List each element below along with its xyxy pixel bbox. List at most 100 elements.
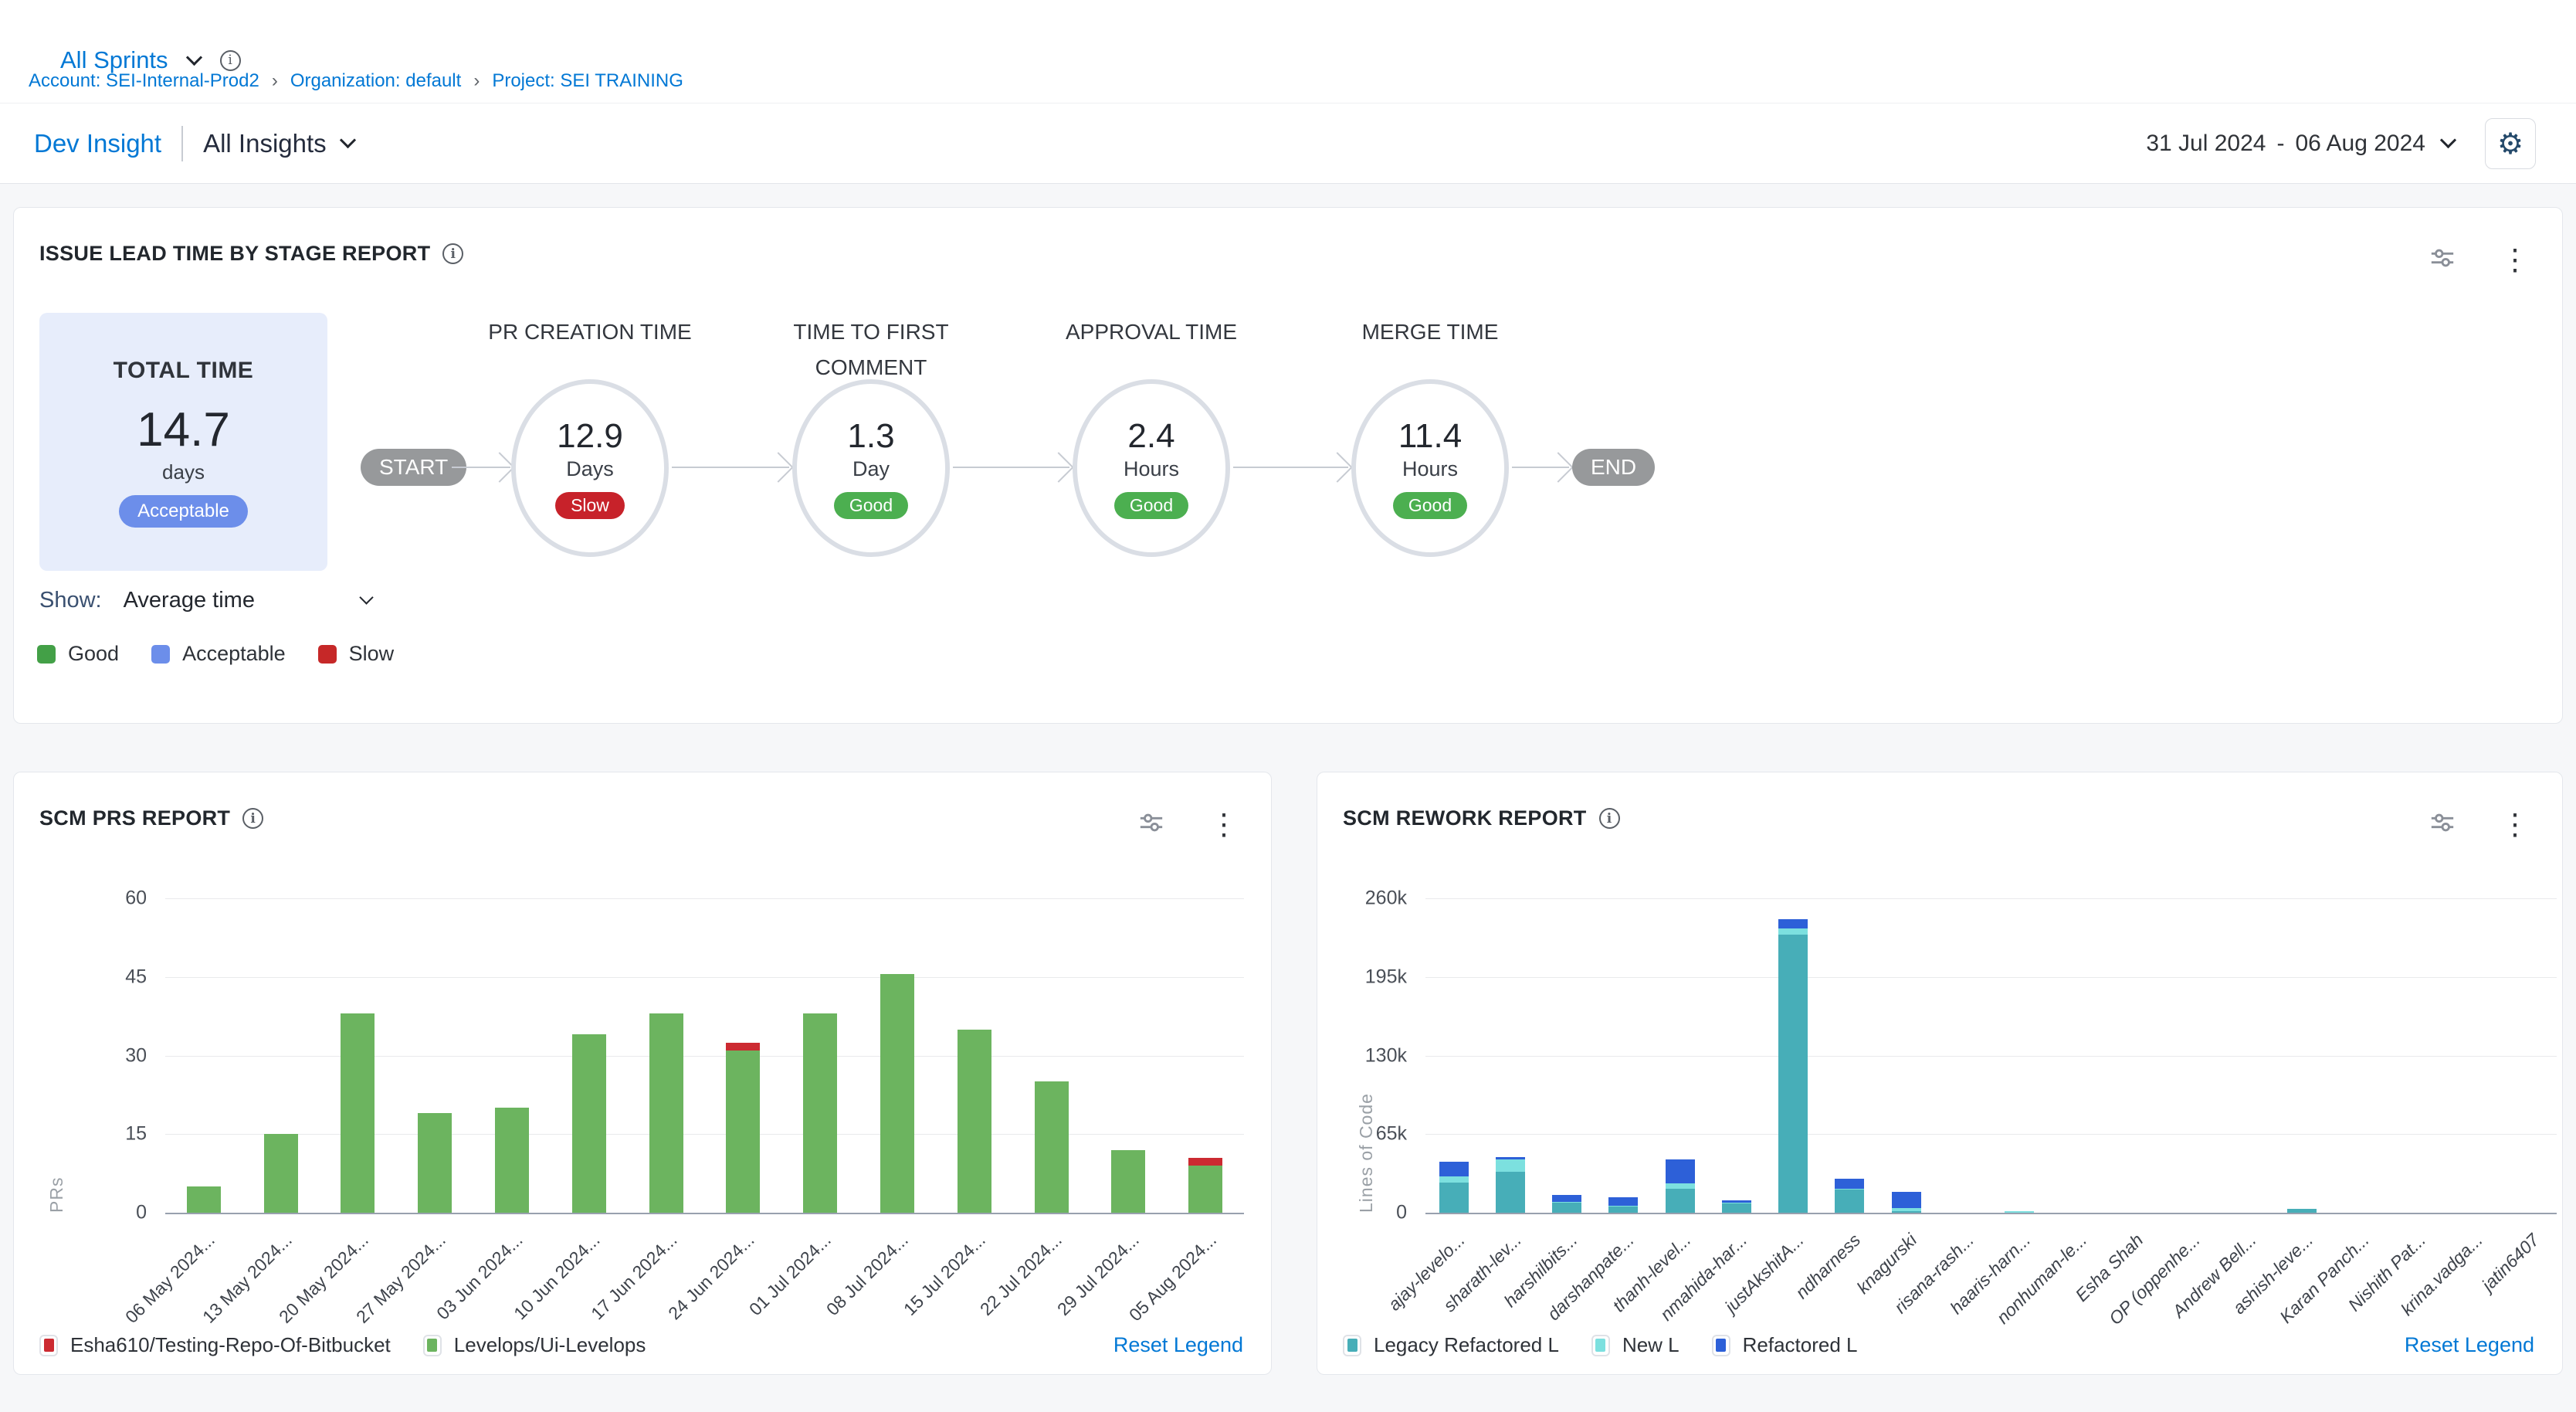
bar-segment[interactable] [803,1013,837,1213]
filter-icon[interactable] [1138,810,1164,840]
stage-node-pr-creation: 12.9 Days Slow [511,379,669,557]
info-icon[interactable]: i [242,808,263,829]
bar-segment[interactable] [1778,919,1808,929]
legend-label: Levelops/Ui-Levelops [454,1333,646,1357]
gridline [165,898,1244,899]
gridline [165,1134,1244,1135]
bar-segment[interactable] [1778,928,1808,935]
bar-segment[interactable] [572,1034,606,1213]
bar-segment[interactable] [1496,1159,1525,1172]
bar-segment[interactable] [1835,1190,1864,1213]
stage-badge: Good [1393,492,1467,519]
total-time-card: TOTAL TIME 14.7 days Acceptable [39,313,327,571]
breadcrumb-project[interactable]: Project: SEI TRAINING [492,70,683,92]
bar-segment[interactable] [1608,1207,1638,1213]
bar-segment[interactable] [1188,1158,1222,1166]
bar-segment[interactable] [1892,1211,1921,1213]
filter-icon[interactable] [2429,245,2456,275]
bar-segment[interactable] [1496,1157,1525,1159]
bar-segment[interactable] [2287,1209,2317,1213]
legend-swatch [1591,1335,1610,1356]
bar-segment[interactable] [726,1043,760,1051]
y-axis-tick: 130k [1365,1044,1407,1067]
stage-unit: Day [852,457,890,481]
bar-segment[interactable] [341,1013,375,1213]
bar-segment[interactable] [1552,1203,1581,1213]
legend-item-repo-esha[interactable]: Esha610/Testing-Repo-Of-Bitbucket [39,1333,391,1357]
sprint-selector[interactable]: All Sprints i [60,46,241,74]
bar-segment[interactable] [1035,1081,1069,1213]
gridline [1425,977,2557,978]
bar-segment[interactable] [1188,1166,1222,1213]
bar-segment[interactable] [1439,1162,1469,1176]
legend-item-new[interactable]: New L [1591,1333,1679,1357]
gridline [1425,898,2557,899]
nav-dev-insight[interactable]: Dev Insight [34,129,161,158]
bar-segment[interactable] [1778,935,1808,1213]
bar-segment[interactable] [1439,1183,1469,1213]
legend-label: New L [1622,1333,1679,1357]
y-axis-tick: 0 [136,1202,147,1224]
stage-badge: Good [1114,492,1188,519]
bar-segment[interactable] [1608,1197,1638,1206]
reset-legend-link[interactable]: Reset Legend [2405,1333,2534,1357]
info-icon[interactable]: i [1599,808,1620,829]
bar-segment[interactable] [1835,1189,1864,1190]
stage-title: MERGE TIME [1326,314,1534,350]
info-icon[interactable]: i [442,243,463,264]
bar-segment[interactable] [1892,1192,1921,1207]
bar-segment[interactable] [649,1013,683,1213]
legend-swatch [1712,1335,1730,1356]
gridline [165,977,1244,978]
bar-segment[interactable] [1892,1208,1921,1212]
legend-item-legacy-refactored[interactable]: Legacy Refactored L [1343,1333,1559,1357]
insight-dropdown[interactable]: All Insights [203,129,354,158]
date-range-separator: - [2276,131,2284,157]
show-dropdown[interactable]: Show: Average time [39,588,371,613]
panel-title: SCM PRS REPORT [39,806,230,830]
bar-segment[interactable] [1552,1202,1581,1203]
gear-icon: ⚙ [2497,127,2523,161]
total-time-value: 14.7 [39,402,327,457]
bar-segment[interactable] [1835,1179,1864,1189]
bar-segment[interactable] [1608,1206,1638,1207]
chevron-down-icon[interactable] [185,49,202,65]
stage-unit: Hours [1402,457,1458,481]
bar-segment[interactable] [1666,1189,1695,1213]
kebab-menu-icon[interactable]: ⋮ [1209,810,1239,840]
bar-segment[interactable] [1666,1159,1695,1183]
panel-title: ISSUE LEAD TIME BY STAGE REPORT [39,242,430,266]
info-icon[interactable]: i [220,50,241,71]
kebab-menu-icon[interactable]: ⋮ [2500,810,2530,840]
filter-icon[interactable] [2429,810,2456,840]
legend-item-repo-levelops[interactable]: Levelops/Ui-Levelops [423,1333,646,1357]
bar-segment[interactable] [880,974,914,1213]
bar-segment[interactable] [264,1134,298,1213]
bar-segment[interactable] [187,1186,221,1213]
bar-segment[interactable] [1666,1183,1695,1188]
bar-segment[interactable] [1496,1172,1525,1213]
bar-segment[interactable] [418,1113,452,1213]
bar-segment[interactable] [726,1051,760,1213]
bar-segment[interactable] [958,1030,991,1213]
reset-legend-link[interactable]: Reset Legend [1113,1333,1243,1357]
rework-chart-legend: Legacy Refactored L New L Refactored L R… [1343,1333,2534,1357]
bar-segment[interactable] [1552,1195,1581,1202]
breadcrumb-organization[interactable]: Organization: default [290,70,461,92]
date-range-picker[interactable]: 31 Jul 2024 - 06 Aug 2024 [2146,104,2454,183]
bar-segment[interactable] [1439,1176,1469,1183]
stage-value: 2.4 [1127,417,1174,456]
bar-segment[interactable] [1111,1150,1145,1213]
settings-button[interactable]: ⚙ [2485,118,2536,169]
bar-segment[interactable] [495,1108,529,1213]
legend-swatch [1343,1335,1361,1356]
kebab-menu-icon[interactable]: ⋮ [2500,246,2530,275]
scm-prs-panel: SCM PRS REPORT i ⋮ PRs 01530456006 May 2… [13,772,1272,1375]
bar-segment[interactable] [1722,1203,1751,1213]
legend-item-refactored[interactable]: Refactored L [1712,1333,1858,1357]
flow-arrow [1512,467,1569,468]
bar-segment[interactable] [2005,1211,2034,1213]
bar-segment[interactable] [1722,1200,1751,1202]
flow-arrow [672,467,789,468]
y-axis-tick: 195k [1365,966,1407,988]
